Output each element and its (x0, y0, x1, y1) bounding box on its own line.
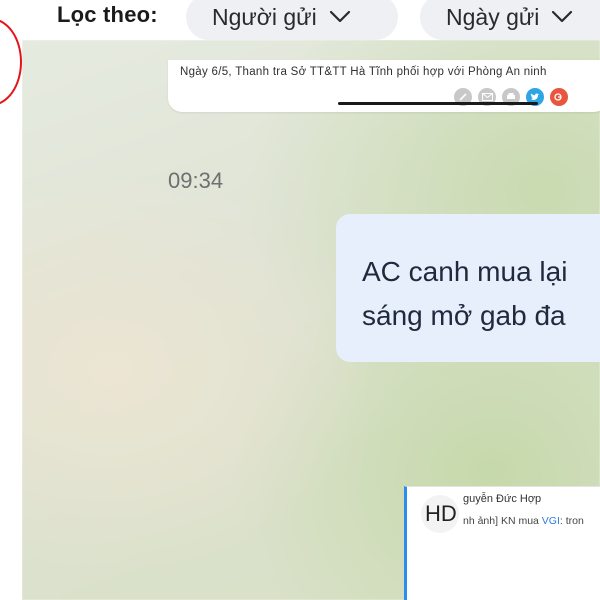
filter-date-dropdown[interactable]: Ngày gửi (420, 0, 600, 40)
link-preview-scroll-indicator (338, 102, 538, 105)
forwarded-preview: nh ảnh] KN mua VGI: tron (463, 515, 584, 527)
chat-window: Lọc theo: Người gửi Ngày gửi Ngày 6/5, T… (0, 0, 600, 600)
filter-sender-label: Người gửi (212, 3, 317, 30)
forwarded-sender-name: guyễn Đức Hợp (463, 493, 542, 505)
filter-sender-dropdown[interactable]: Người gửi (186, 0, 398, 40)
google-plus-icon[interactable] (550, 88, 568, 106)
forwarded-preview-prefix: nh ảnh] KN mua (463, 515, 542, 527)
message-timestamp: 09:34 (168, 168, 224, 193)
filter-date-label: Ngày gửi (446, 3, 540, 30)
forwarded-message-card[interactable]: HD guyễn Đức Hợp nh ảnh] KN mua VGI: tro… (404, 486, 600, 600)
chevron-down-icon (552, 10, 573, 23)
message-bubble[interactable]: AC canh mua lại sáng mở gab đa (336, 214, 600, 362)
message-text-line-2: sáng mở gab đa (362, 300, 566, 331)
forwarded-preview-suffix: : tron (559, 515, 584, 527)
forwarded-preview-keyword[interactable]: VGI (542, 515, 560, 527)
filter-bar: Lọc theo: Người gửi Ngày gửi (0, 0, 600, 40)
link-preview-card[interactable]: Ngày 6/5, Thanh tra Sở TT&TT Hà Tĩnh phố… (168, 60, 600, 112)
chevron-down-icon (329, 10, 350, 23)
avatar-initials: HD (425, 501, 457, 526)
filter-label: Lọc theo: (57, 2, 158, 27)
message-text-line-1: AC canh mua lại (362, 256, 568, 287)
link-preview-text: Ngày 6/5, Thanh tra Sở TT&TT Hà Tĩnh phố… (180, 66, 547, 78)
